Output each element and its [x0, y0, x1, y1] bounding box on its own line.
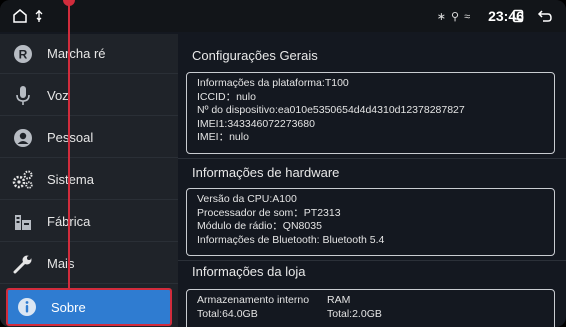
sidebar: R Marcha ré Voz Pessoal Sistema Mais Sob…	[0, 34, 178, 327]
cpu-version: Versão da CPU:A100	[197, 193, 297, 205]
imei: IMEI：nulo	[197, 131, 249, 143]
main-content: Configurações Gerais Informações da plat…	[178, 34, 566, 327]
recent-apps-icon[interactable]	[508, 0, 528, 32]
sidebar-item-mais[interactable]: Mais	[0, 244, 178, 284]
storage-info-panel: Armazenamento interno RAM Total:64.0GB T…	[186, 289, 555, 327]
section-title-store: Informações da loja	[192, 264, 306, 279]
section-title-hardware: Informações de hardware	[192, 165, 340, 180]
hardware-info-panel: Versão da CPU:A100 Processador de som：PT…	[186, 188, 555, 256]
divider	[178, 260, 566, 261]
info-icon	[16, 296, 38, 318]
internal-storage-value: Total:64.0GB	[197, 307, 258, 320]
wrench-icon	[12, 253, 34, 275]
sidebar-item-label: Sistema	[47, 172, 94, 187]
svg-text:R: R	[19, 47, 28, 61]
bluetooth-info: Informações de Bluetooth: Bluetooth 5.4	[197, 233, 385, 246]
gears-icon	[12, 169, 34, 191]
sidebar-item-pessoal[interactable]: Pessoal	[0, 118, 178, 158]
factory-icon	[12, 211, 34, 233]
general-info-panel: Informações da plataforma:T100 ICCID：nul…	[186, 72, 555, 154]
sidebar-item-sobre[interactable]: Sobre	[6, 288, 172, 326]
imei1: IMEI1:343346072273680	[197, 117, 315, 130]
radio-module: Módulo de rádio：QN8035	[197, 220, 322, 232]
sidebar-item-voz[interactable]: Voz	[0, 76, 178, 116]
sidebar-item-label: Mais	[47, 256, 75, 271]
iccid: ICCID：nulo	[197, 90, 256, 103]
sidebar-item-label: Pessoal	[47, 130, 94, 145]
microphone-icon	[12, 85, 34, 107]
sidebar-item-label: Marcha ré	[47, 46, 106, 61]
ram-label: RAM	[327, 294, 351, 306]
person-icon	[12, 127, 34, 149]
screen-frame: ∗ ⚲ ≈ 23:46 R Marcha ré Voz Pessoal Sist…	[0, 0, 566, 327]
sidebar-item-sistema[interactable]: Sistema	[0, 160, 178, 200]
section-title-general: Configurações Gerais	[192, 48, 318, 63]
usb-icon	[32, 0, 46, 32]
ram-value: Total:2.0GB	[327, 307, 382, 320]
internal-storage-label: Armazenamento interno	[197, 294, 310, 306]
sidebar-item-label: Sobre	[51, 299, 86, 315]
annotation-line	[68, 0, 70, 288]
sidebar-item-fabrica[interactable]: Fábrica	[0, 202, 178, 242]
sidebar-item-marcha-re[interactable]: R Marcha ré	[0, 34, 178, 74]
sound-processor: Processador de som：PT2313	[197, 206, 341, 219]
status-icons-cluster: ∗ ⚲ ≈	[436, 10, 472, 23]
back-icon[interactable]	[533, 0, 557, 32]
sidebar-item-label: Voz	[47, 88, 69, 103]
platform-info: Informações da plataforma:T100	[197, 77, 349, 89]
status-bar: ∗ ⚲ ≈ 23:46	[0, 0, 566, 32]
home-icon[interactable]	[10, 0, 30, 32]
divider	[178, 158, 566, 159]
device-number: Nº do dispositivo:ea010e5350654d4d4310d1…	[197, 104, 465, 116]
reverse-gear-icon: R	[12, 43, 34, 65]
